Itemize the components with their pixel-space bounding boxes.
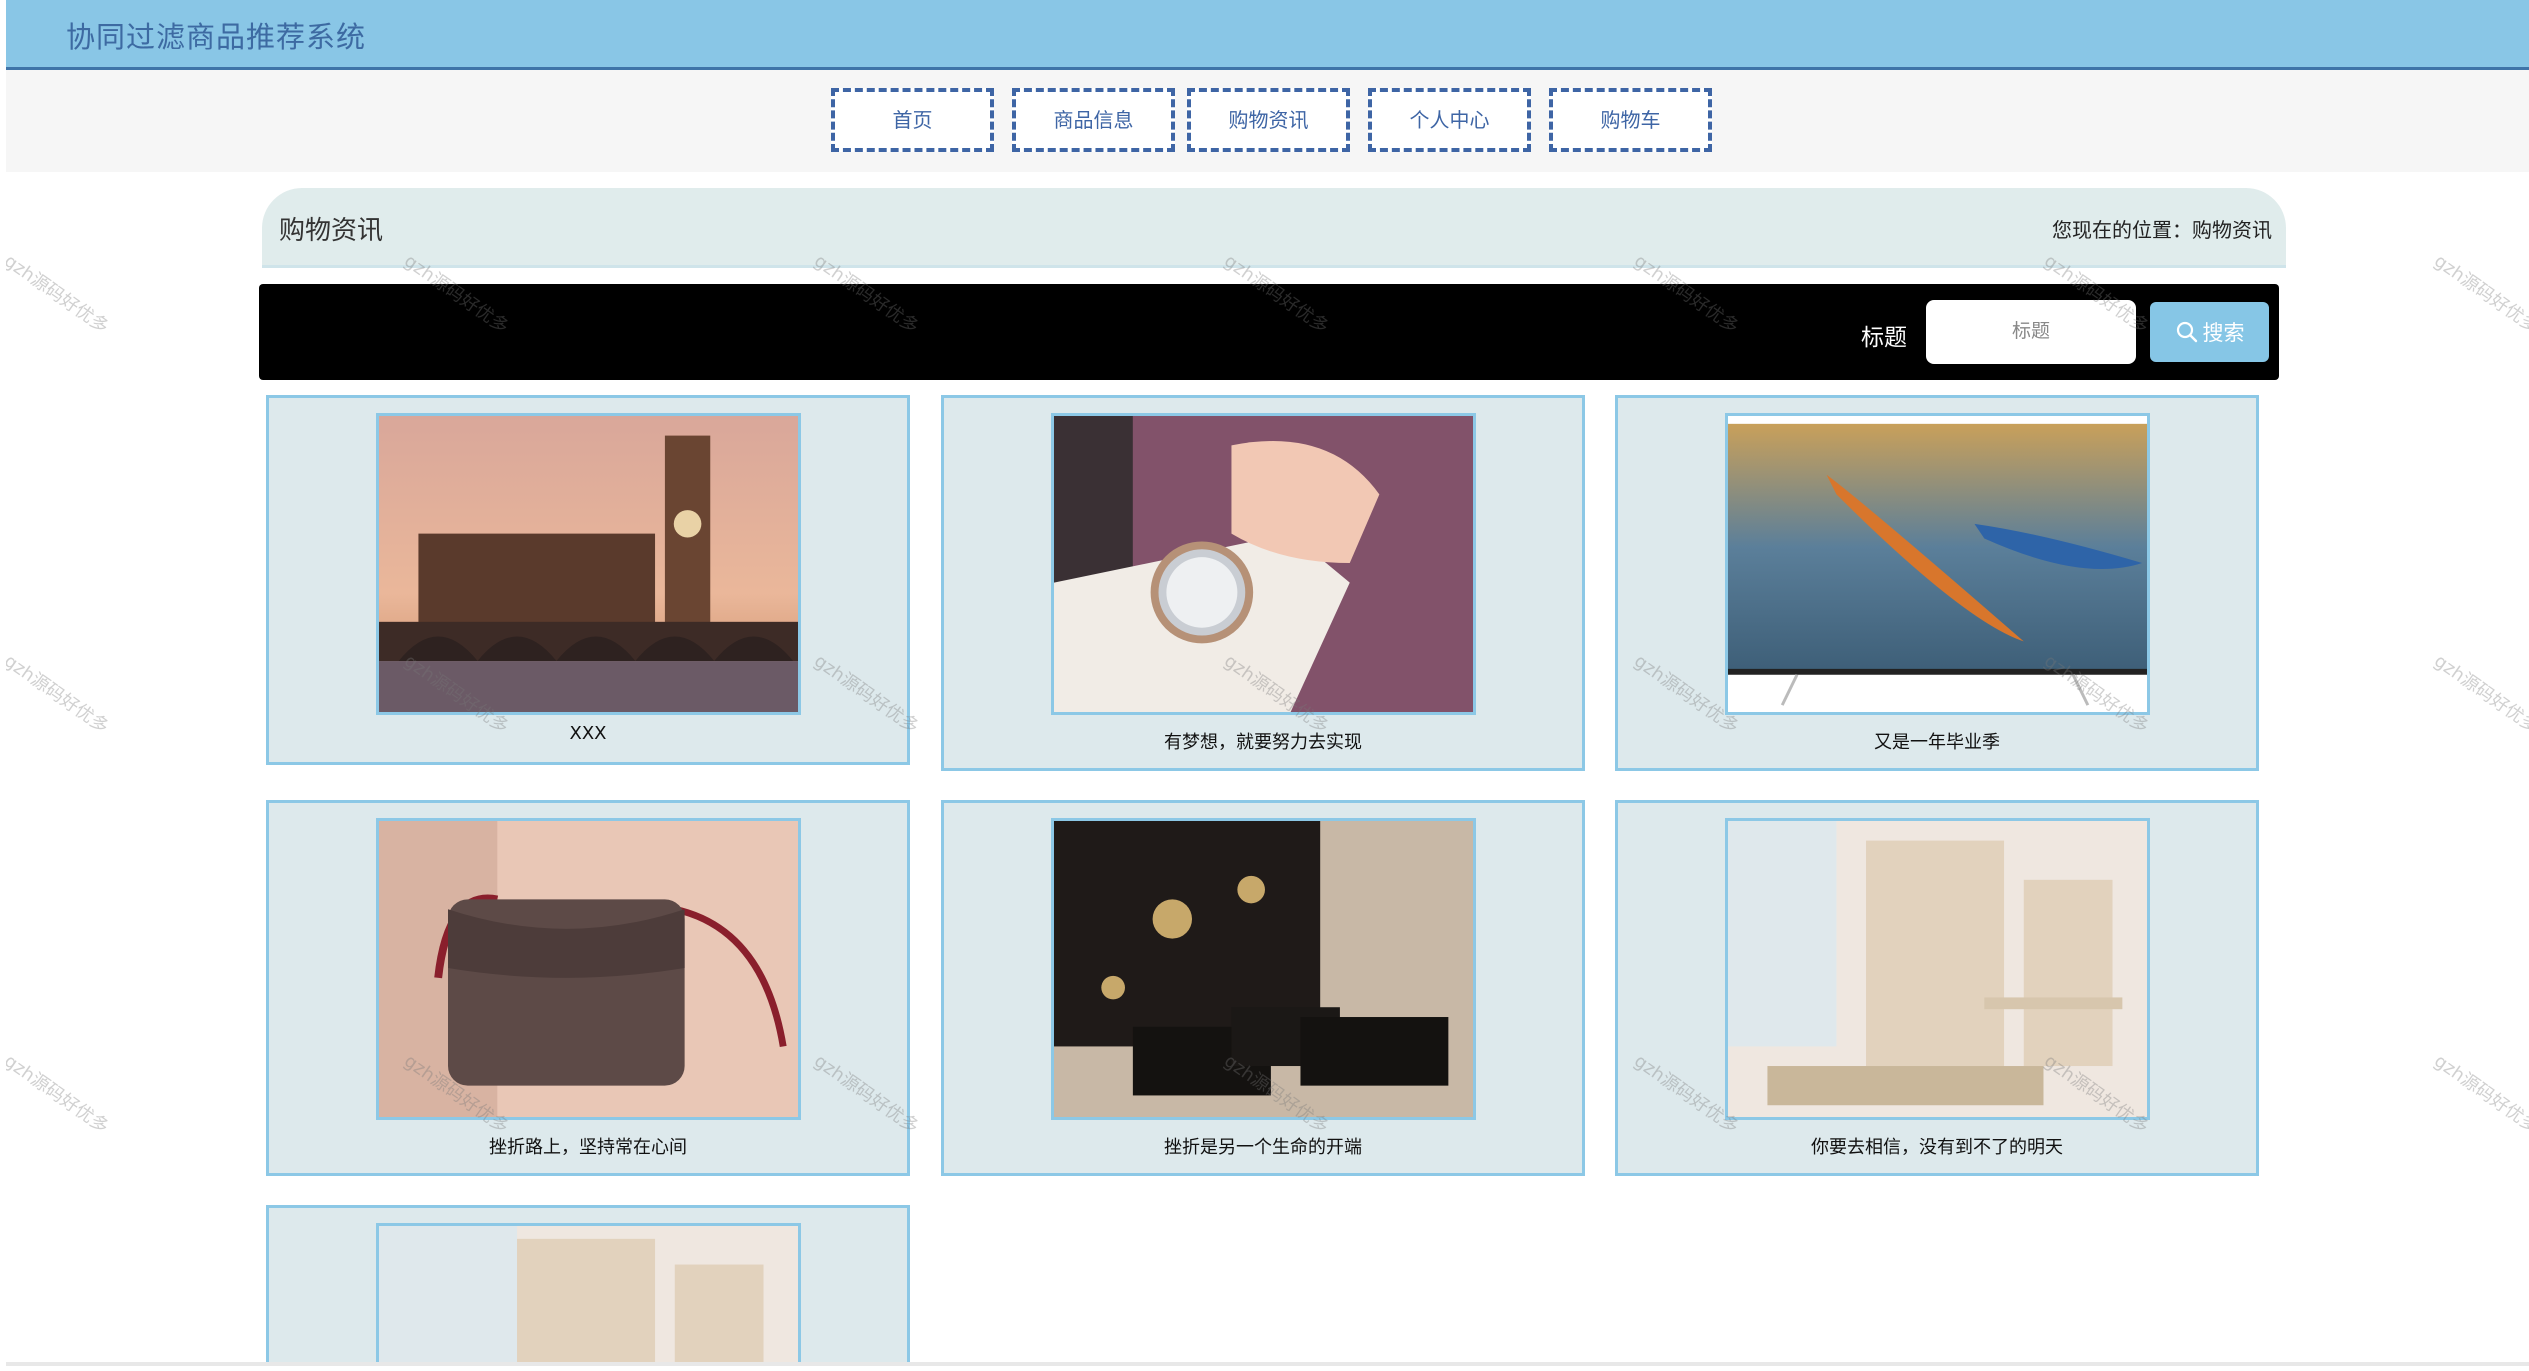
search-button[interactable]: 搜索 [2150, 302, 2269, 362]
kayaks-tv-photo [1725, 413, 2150, 715]
search-input[interactable] [1926, 300, 2136, 364]
search-label: 标题 [1861, 325, 1907, 351]
news-card[interactable]: XXX [266, 395, 910, 765]
app-title: 协同过滤商品推荐系统 [66, 20, 367, 54]
watermark: gzh源码好优多 [6, 650, 113, 738]
nav-item-profile[interactable]: 个人中心 [1368, 88, 1531, 152]
bookshelf-desk-photo [1725, 818, 2150, 1120]
nav-item-news[interactable]: 购物资讯 [1187, 88, 1350, 152]
news-caption: 你要去相信，没有到不了的明天 [1811, 1137, 2063, 1158]
news-card[interactable]: 挫折路上，坚持常在心间 [266, 800, 910, 1176]
breadcrumb: 购物资讯 您现在的位置：购物资讯 [262, 188, 2286, 268]
news-caption: 挫折是另一个生命的开端 [1164, 1137, 1362, 1158]
current-location: 您现在的位置：购物资讯 [2052, 218, 2272, 242]
nav-item-cart[interactable]: 购物车 [1549, 88, 1712, 152]
news-card[interactable]: 又是一年毕业季 [1615, 395, 2259, 771]
news-caption: 挫折路上，坚持常在心间 [489, 1137, 687, 1158]
watermark: gzh源码好优多 [2430, 1050, 2529, 1138]
nav-item-products[interactable]: 商品信息 [1012, 88, 1175, 152]
header-bar: 协同过滤商品推荐系统 [6, 0, 2529, 70]
watermark: gzh源码好优多 [6, 1050, 113, 1138]
news-caption: 有梦想，就要努力去实现 [1164, 732, 1362, 753]
news-card[interactable]: 挫折是另一个生命的开端 [941, 800, 1585, 1176]
london-bridge-photo [376, 413, 801, 715]
watermark: gzh源码好优多 [2430, 250, 2529, 338]
search-button-label: 搜索 [2202, 321, 2245, 345]
news-card[interactable] [266, 1205, 910, 1362]
section-title: 购物资讯 [279, 216, 384, 246]
news-caption: XXX [569, 723, 607, 744]
watermark: gzh源码好优多 [2430, 650, 2529, 738]
news-card[interactable]: 有梦想，就要努力去实现 [941, 395, 1585, 771]
wristwatch-photo [1051, 413, 1476, 715]
watermark: gzh源码好优多 [6, 250, 113, 338]
news-caption: 又是一年毕业季 [1874, 732, 2000, 753]
search-icon [2176, 321, 2197, 343]
handbag-photo [376, 818, 801, 1120]
lacquer-boxes-photo [1051, 818, 1476, 1120]
search-bar: 标题 搜索 [259, 284, 2279, 380]
nav-item-home[interactable]: 首页 [831, 88, 994, 152]
page: 协同过滤商品推荐系统 首页 商品信息 购物资讯 个人中心 购物车 购物资讯 您现… [6, 0, 2529, 1366]
bookshelf-desk-photo [376, 1223, 801, 1362]
news-card[interactable]: 你要去相信，没有到不了的明天 [1615, 800, 2259, 1176]
